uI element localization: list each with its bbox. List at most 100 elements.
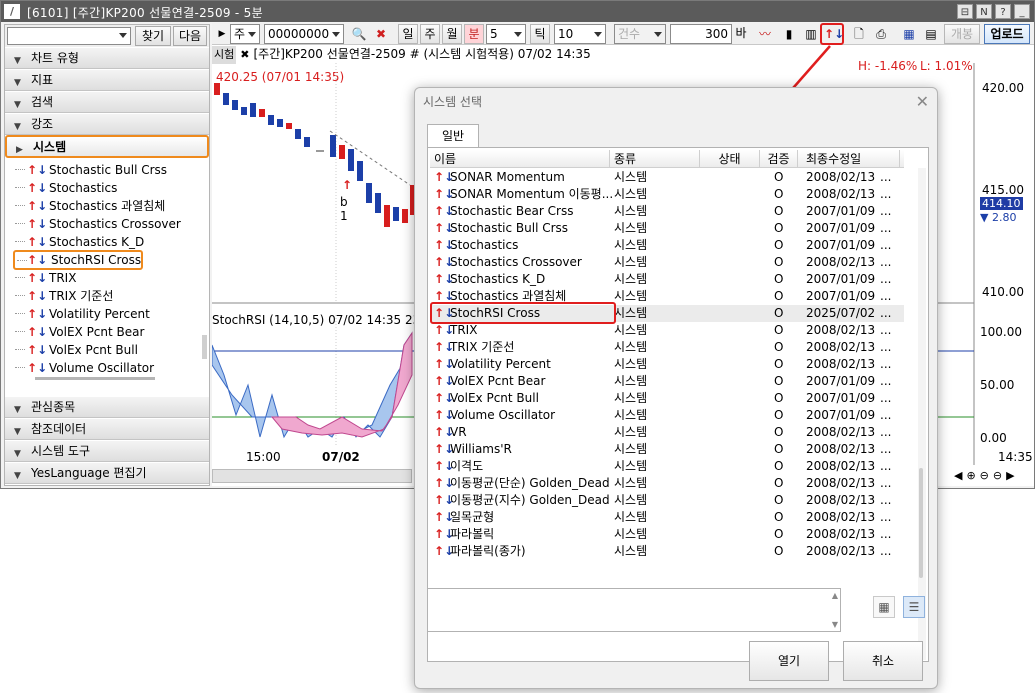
- table-row[interactable]: ↑↓ StochRSI Cross 시스템 O 2025/07/02...: [430, 302, 904, 324]
- table-row[interactable]: ↑↓ Stochastic Bull Crss 시스템 O 2007/01/09...: [430, 220, 904, 237]
- table-row[interactable]: ↑↓ TRIX 시스템 O 2008/02/13...: [430, 322, 904, 339]
- section-emphasis[interactable]: ▼ 강조: [5, 114, 209, 135]
- zoom-controls[interactable]: ◀⊕⊖⊖▶: [954, 469, 1032, 483]
- new-window-icon[interactable]: N: [976, 4, 992, 19]
- document-icon[interactable]: 🗋: [850, 25, 868, 43]
- month-button[interactable]: 월: [442, 24, 462, 44]
- table-row[interactable]: ↑↓ 일목균형 시스템 O 2008/02/13...: [430, 509, 904, 526]
- col-name[interactable]: 이름: [430, 150, 610, 168]
- print-icon[interactable]: ⎙: [872, 25, 890, 43]
- code-select[interactable]: 00000000: [264, 24, 344, 44]
- grid-view-icon[interactable]: ▦: [873, 596, 895, 618]
- tick-select[interactable]: 10: [554, 24, 606, 44]
- section-chart-type[interactable]: ▼ 차트 유형: [5, 48, 209, 69]
- table-row[interactable]: ↑↓ SONAR Momentum 이동평... 시스템 O 2008/02/13...: [430, 186, 904, 203]
- table-row[interactable]: ↑↓ SONAR Momentum 시스템 O 2008/02/13...: [430, 169, 904, 186]
- tab-general[interactable]: 일반: [427, 124, 479, 148]
- tree-item[interactable]: ↑↓ TRIX: [13, 269, 76, 287]
- play-icon[interactable]: ▶: [213, 25, 231, 43]
- table-icon[interactable]: ▤: [922, 25, 940, 43]
- minimize-icon[interactable]: _: [1014, 4, 1030, 19]
- tree-item[interactable]: ↑↓ Stochastics 과열침체: [13, 197, 165, 215]
- table-row[interactable]: ↑↓ Stochastic Bear Crss 시스템 O 2007/01/09...: [430, 203, 904, 220]
- search-icon[interactable]: 🔍: [350, 25, 368, 43]
- table-row[interactable]: ↑↓ 파라볼릭 시스템 O 2008/02/13...: [430, 526, 904, 543]
- chart-scrollbar[interactable]: [212, 469, 412, 483]
- table-row[interactable]: ↑↓ 이동평균(지수) Golden_Dead 시스템 O 2008/02/13...: [430, 492, 904, 509]
- section-system-tools[interactable]: ▼ 시스템 도구: [5, 441, 209, 462]
- minute-select[interactable]: 5: [486, 24, 526, 44]
- scroll-up-icon[interactable]: ▲: [832, 591, 838, 600]
- table-row[interactable]: ↑↓ Volatility Percent 시스템 O 2008/02/13...: [430, 356, 904, 373]
- tree-item[interactable]: ↑↓ VolEX Pcnt Bear: [13, 323, 144, 341]
- section-label: 시스템 도구: [31, 444, 91, 458]
- table-row[interactable]: ↑↓ VolEX Pcnt Bear 시스템 O 2007/01/09...: [430, 373, 904, 390]
- col-type[interactable]: 종류: [610, 150, 700, 168]
- close-icon[interactable]: ✕: [916, 92, 929, 111]
- tree-item[interactable]: ↑↓ Stochastics: [13, 179, 117, 197]
- tree-item[interactable]: ↑↓ Stochastic Bull Crss: [13, 161, 167, 179]
- minute-button[interactable]: 분: [464, 24, 484, 44]
- buy-arrow-icon: ↑: [342, 178, 352, 192]
- table-row[interactable]: ↑↓ VolEx Pcnt Bull 시스템 O 2007/01/09...: [430, 390, 904, 407]
- title-bar: / [6101] [주간]KP200 선물연결-2509 - 5분 ⊟ N ? …: [1, 1, 1034, 22]
- tree-item[interactable]: ↑↓ Stochastics Crossover: [13, 215, 181, 233]
- chart-style-icon[interactable]: 〰: [756, 25, 774, 43]
- cancel-button[interactable]: 취소: [843, 641, 923, 681]
- row-verify: O: [774, 544, 784, 558]
- section-yeslanguage-editor[interactable]: ▼ YesLanguage 편집기: [5, 463, 209, 484]
- scroll-thumb[interactable]: [919, 468, 923, 578]
- open-button[interactable]: 개봉: [944, 24, 980, 44]
- tree-item[interactable]: ↑↓ Volatility Percent: [13, 305, 150, 323]
- tree-item[interactable]: ↑↓ VolEx Pcnt Bull: [13, 341, 138, 359]
- tree-item[interactable]: ↑↓ TRIX 기준선: [13, 287, 113, 305]
- tick-button[interactable]: 틱: [530, 24, 550, 44]
- scroll-down-icon[interactable]: ▼: [832, 620, 838, 629]
- col-verify[interactable]: 검증: [760, 150, 798, 168]
- table-row[interactable]: ↑↓ Stochastics Crossover 시스템 O 2008/02/13...: [430, 254, 904, 271]
- section-reference-data[interactable]: ▼ 참조데이터: [5, 419, 209, 440]
- grid-chart-icon[interactable]: ▦: [900, 25, 918, 43]
- open-button[interactable]: 열기: [749, 641, 829, 681]
- col-status[interactable]: 상태: [700, 150, 760, 168]
- table-row[interactable]: ↑↓ Stochastics 시스템 O 2007/01/09...: [430, 237, 904, 254]
- table-row[interactable]: ↑↓ Volume Oscillator 시스템 O 2007/01/09...: [430, 407, 904, 424]
- find-button[interactable]: 찾기: [135, 26, 171, 46]
- tree-scrollbar[interactable]: [202, 335, 207, 359]
- table-row[interactable]: ↑↓ Williams'R 시스템 O 2008/02/13...: [430, 441, 904, 458]
- search-combo[interactable]: [7, 27, 131, 45]
- tree-hscrollbar[interactable]: [35, 377, 155, 380]
- row-name: Williams'R: [450, 442, 512, 456]
- table-row[interactable]: ↑↓ 이격도 시스템 O 2008/02/13...: [430, 458, 904, 475]
- volume-icon[interactable]: ▥: [802, 25, 820, 43]
- pin-off-icon[interactable]: ✖: [372, 25, 390, 43]
- day-button[interactable]: 일: [398, 24, 418, 44]
- list-scrollbar[interactable]: [918, 168, 926, 660]
- col-modified[interactable]: 최종수정일: [798, 150, 900, 168]
- section-indicator[interactable]: ▼ 지표: [5, 70, 209, 91]
- period-select[interactable]: 주: [230, 24, 260, 44]
- week-button[interactable]: 주: [420, 24, 440, 44]
- tree-item[interactable]: ↑↓ Stochastics K_D: [13, 233, 144, 251]
- search-row: 찾기 다음: [5, 25, 209, 47]
- list-view-icon[interactable]: ☰: [903, 596, 925, 618]
- section-watchlist[interactable]: ▼ 관심종목: [5, 397, 209, 418]
- section-search[interactable]: ▼ 검색: [5, 92, 209, 113]
- bar-chart-icon[interactable]: ▮: [780, 25, 798, 43]
- next-button[interactable]: 다음: [173, 26, 207, 46]
- window-controls: ⊟ N ? _: [957, 4, 1030, 19]
- upload-button[interactable]: 업로드: [984, 24, 1030, 44]
- help-icon[interactable]: ?: [995, 4, 1011, 19]
- table-row[interactable]: ↑↓ 이동평균(단순) Golden_Dead 시스템 O 2008/02/13...: [430, 475, 904, 492]
- table-row[interactable]: ↑↓ VR 시스템 O 2008/02/13...: [430, 424, 904, 441]
- tree-item-label: Stochastic Bull Crss: [49, 163, 168, 177]
- restore-icon[interactable]: ⊟: [957, 4, 973, 19]
- tree-item[interactable]: ↑↓ Volume Oscillator: [13, 359, 154, 377]
- section-system[interactable]: ▶ 시스템: [5, 135, 209, 158]
- table-row[interactable]: ↑↓ TRIX 기준선 시스템 O 2008/02/13...: [430, 339, 904, 356]
- table-row[interactable]: ↑↓ 파라볼릭(종가) 시스템 O 2008/02/13...: [430, 543, 904, 560]
- tree-item-selected[interactable]: ↑↓ StochRSI Cross: [13, 250, 143, 270]
- count-input[interactable]: 300: [670, 24, 732, 44]
- count-select[interactable]: 건수: [614, 24, 666, 44]
- table-row[interactable]: ↑↓ Stochastics K_D 시스템 O 2007/01/09...: [430, 271, 904, 288]
